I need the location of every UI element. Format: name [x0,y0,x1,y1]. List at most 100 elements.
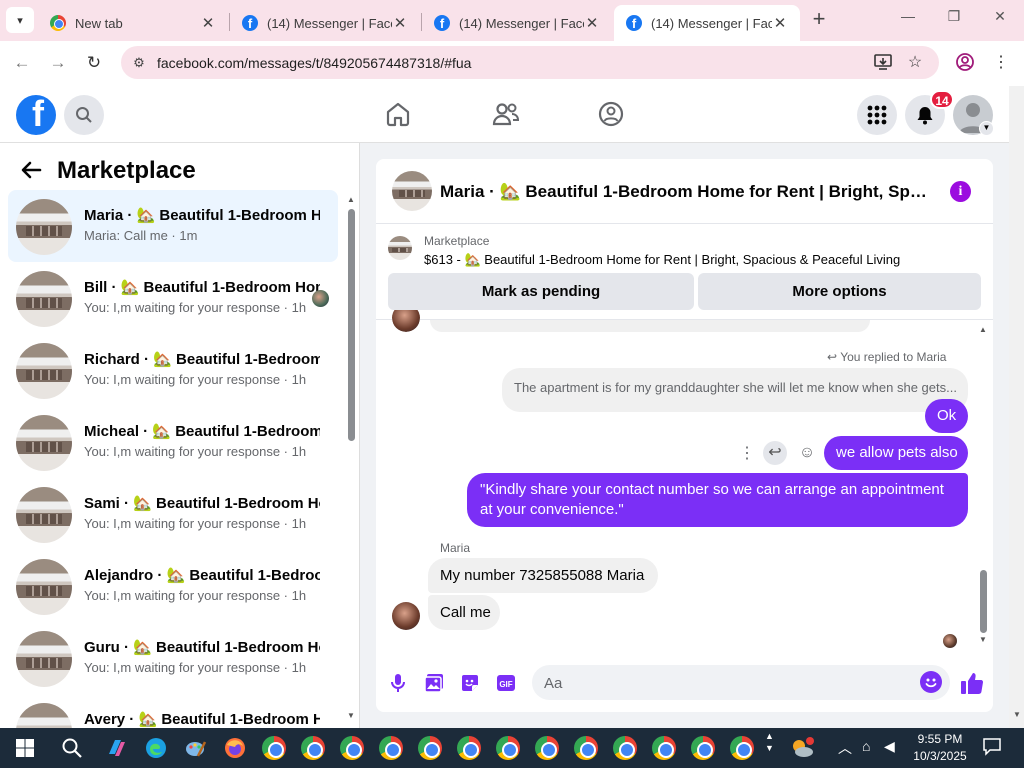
mark-as-pending-button[interactable]: Mark as pending [388,273,694,310]
weather-icon[interactable] [787,733,817,763]
show-hidden-icons-chevron-icon[interactable]: ︿ [838,738,852,758]
scroll-up-icon[interactable]: ▲ [977,325,989,334]
sticker-icon[interactable] [459,672,481,694]
conversation-item[interactable]: Guru · 🏡 Beautiful 1-Bedroom Home for Re… [8,622,338,694]
quoted-message[interactable]: The apartment is for my granddaughter sh… [502,368,968,412]
info-icon[interactable]: i [950,181,971,202]
microphone-icon[interactable] [387,672,409,694]
system-clock[interactable]: 9:55 PM 10/3/2025 [895,731,985,765]
page-scrollbar[interactable]: ▼ [1009,86,1024,728]
firefox-icon[interactable] [220,733,250,763]
profile-icon[interactable] [954,52,976,74]
conversation-item[interactable]: Sami · 🏡 Beautiful 1-Bedroom Home for Re… [8,478,338,550]
message-bubble [430,320,870,332]
messages-scrollbar[interactable]: ▲ ▼ [977,325,989,647]
conversation-item[interactable]: Micheal · 🏡 Beautiful 1-Bedroom Home for… [8,406,338,478]
browser-tab[interactable]: f (14) Messenger | Faceb ✕ [422,5,612,41]
close-icon[interactable]: ✕ [392,14,408,32]
search-button[interactable] [64,95,104,135]
tab-search-button[interactable]: ▾ [6,7,34,33]
restore-button[interactable]: ❐ [934,8,974,32]
groups-icon[interactable] [596,99,626,129]
message-bubble[interactable]: we allow pets also [824,436,968,470]
scroll-down-icon[interactable]: ▼ [1011,710,1023,719]
home-icon[interactable] [383,99,413,129]
emoji-icon[interactable] [920,671,942,693]
bookmark-star-icon[interactable]: ☆ [904,52,926,74]
scroll-up-icon[interactable]: ▲ [345,195,357,204]
browser-tab[interactable]: New tab ✕ [38,5,228,41]
close-icon[interactable]: ✕ [772,14,788,32]
message-bubble[interactable]: My number 7325855088 Maria [428,558,658,593]
chrome-icon[interactable] [259,733,289,763]
site-info-icon[interactable]: ⚙ [129,53,149,73]
back-arrow-icon[interactable] [20,159,44,183]
chrome-icon[interactable] [298,733,328,763]
chrome-icon[interactable] [688,733,718,763]
browser-menu-icon[interactable]: ⋮ [990,52,1012,74]
gif-icon[interactable]: GIF [495,672,517,694]
taskbar-overflow-chevrons[interactable]: ▲ ▼ [765,730,774,754]
forward-arrow-icon[interactable]: → [46,51,70,75]
photo-icon[interactable] [423,672,445,694]
edge-icon[interactable] [141,733,171,763]
facebook-logo[interactable]: f [16,95,56,135]
close-icon[interactable]: ✕ [584,14,600,32]
react-emoji-icon[interactable]: ☺ [797,444,817,462]
install-app-icon[interactable] [872,52,894,74]
conversation-scrollbar[interactable]: ▲ ▼ [345,195,357,725]
scroll-down-icon[interactable]: ▼ [977,635,989,644]
scroll-down-icon[interactable]: ▼ [345,711,357,720]
message-bubble[interactable]: Ok [925,399,968,433]
conversation-item[interactable]: Maria · 🏡 Beautiful 1-Bedroom Home for R… [8,190,338,262]
conversation-item[interactable]: Avery · 🏡 Beautiful 1-Bedroom Home for R… [8,694,338,728]
menu-grid-button[interactable] [857,95,897,135]
more-icon[interactable]: ⋮ [739,443,755,463]
chrome-icon[interactable] [649,733,679,763]
notifications-center-icon[interactable] [982,736,1002,759]
message-input-placeholder[interactable]: Aa [544,675,562,692]
chrome-icon[interactable] [454,733,484,763]
copilot-icon[interactable] [102,733,132,763]
minimize-button[interactable]: — [888,8,928,32]
conversation-item[interactable]: Bill · 🏡 Beautiful 1-Bedroom Home for Re… [8,262,338,334]
volume-icon[interactable]: ◀ [884,738,895,755]
back-arrow-icon[interactable]: ← [10,51,34,75]
chevron-down-icon[interactable]: ▼ [979,121,994,136]
close-icon[interactable]: ✕ [200,14,216,32]
reload-icon[interactable]: ↻ [82,51,106,75]
windows-start-icon[interactable] [10,733,40,763]
more-options-button[interactable]: More options [698,273,981,310]
listing-thumbnail[interactable] [388,236,412,260]
chrome-icon[interactable] [415,733,445,763]
chrome-icon[interactable] [376,733,406,763]
chat-title[interactable]: Maria · 🏡 Beautiful 1-Bedroom Home for R… [440,182,936,202]
friends-icon[interactable] [491,99,521,129]
close-window-button[interactable]: ✕ [980,8,1020,32]
listing-thumbnail [16,631,72,687]
chrome-icon[interactable] [337,733,367,763]
browser-tab[interactable]: f (14) Messenger | Faceb ✕ [230,5,420,41]
browser-tab-active[interactable]: f (14) Messenger | Faceb ✕ [614,5,800,41]
listing-thumbnail[interactable] [392,171,432,211]
scrollbar-thumb[interactable] [348,209,355,441]
chrome-icon[interactable] [727,733,757,763]
new-tab-button[interactable]: + [807,8,831,32]
reply-icon[interactable]: ↩ [763,441,787,465]
url-text[interactable]: facebook.com/messages/t/849205674487318/… [157,55,471,71]
thumbs-up-icon[interactable] [959,670,985,696]
listing-title[interactable]: $613 - 🏡 Beautiful 1-Bedroom Home for Re… [424,252,900,268]
paint-icon[interactable] [181,733,211,763]
chrome-icon[interactable] [532,733,562,763]
conversation-item[interactable]: Richard · 🏡 Beautiful 1-Bedroom Home for… [8,334,338,406]
conversation-item[interactable]: Alejandro · 🏡 Beautiful 1-Bedroom Home f… [8,550,338,622]
chrome-icon[interactable] [610,733,640,763]
taskbar-search-icon[interactable] [57,733,87,763]
chrome-icon[interactable] [571,733,601,763]
scrollbar-thumb[interactable] [980,570,987,633]
chrome-icon[interactable] [493,733,523,763]
network-icon[interactable]: ⌂ [862,738,870,754]
message-input[interactable] [532,665,950,700]
message-bubble[interactable]: Call me [428,595,500,630]
message-bubble[interactable]: "Kindly share your contact number so we … [467,473,968,527]
